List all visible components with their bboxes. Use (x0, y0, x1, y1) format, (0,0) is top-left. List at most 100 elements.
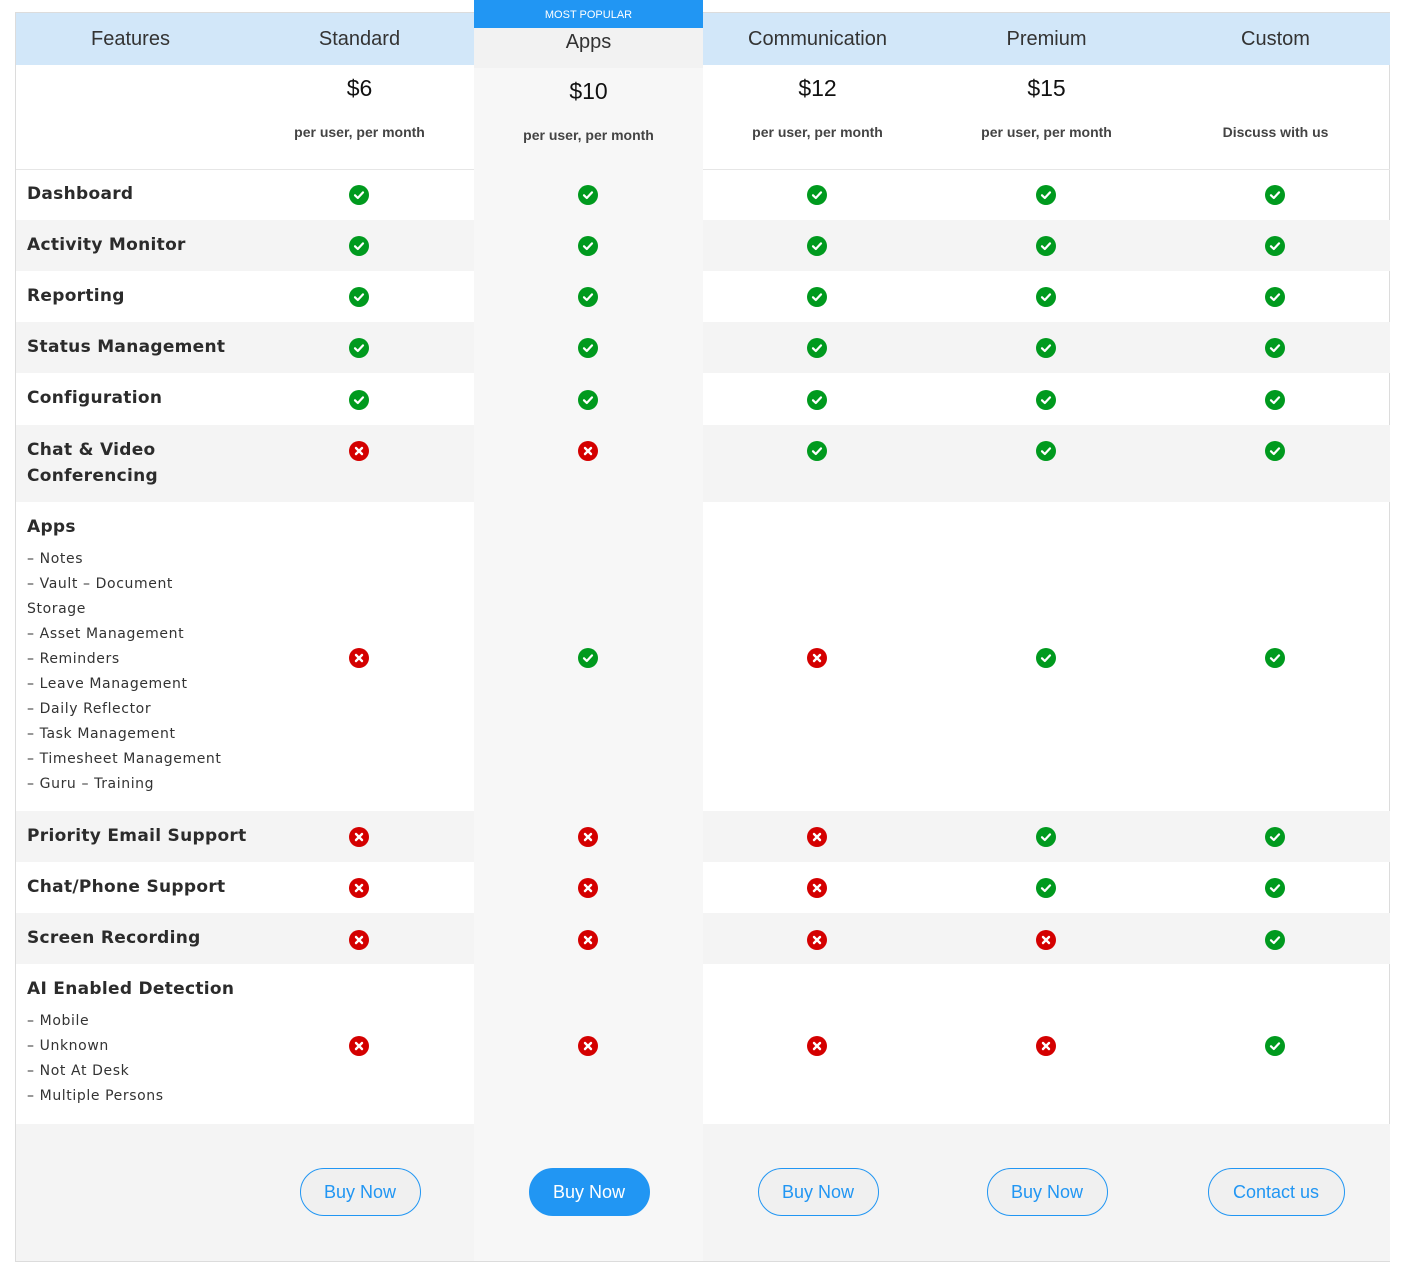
sub-item: – Mobile (27, 1013, 90, 1029)
contact-us-button[interactable]: Contact us (1207, 1168, 1345, 1216)
check-circle-icon (807, 185, 827, 205)
feature-row: Status Management (16, 322, 1390, 373)
feature-row: Activity Monitor (16, 220, 1390, 271)
plan-column-communication: Communication $12 per user, per month (703, 12, 932, 169)
check-circle-icon (1265, 441, 1285, 461)
check-circle-icon (807, 287, 827, 307)
x-circle-icon (578, 441, 598, 461)
sub-item: – Vault – Document (27, 576, 174, 592)
feature-label: Priority Email Support (27, 826, 247, 846)
plan-name: Communication (748, 28, 887, 50)
x-circle-icon (807, 648, 827, 668)
check-circle-icon (807, 338, 827, 358)
x-circle-icon (578, 930, 598, 950)
plan-price: $12 (798, 75, 837, 101)
check-circle-icon (578, 287, 598, 307)
x-circle-icon (807, 827, 827, 847)
feature-row: AI Enabled Detection – Mobile – Unknown – N… (16, 964, 1390, 1124)
feature-label: Activity Monitor (27, 235, 186, 255)
x-circle-icon (807, 1036, 827, 1056)
check-circle-icon (349, 390, 369, 410)
check-circle-icon (1036, 648, 1056, 668)
features-header: Features (91, 28, 170, 50)
check-circle-icon (807, 236, 827, 256)
feature-row: Screen Recording (16, 913, 1390, 964)
x-circle-icon (807, 930, 827, 950)
x-circle-icon (349, 1036, 369, 1056)
feature-label: Status Management (27, 337, 226, 357)
feature-label: Configuration (27, 388, 163, 408)
check-circle-icon (578, 390, 598, 410)
buy-now-button-premium[interactable]: Buy Now (986, 1168, 1108, 1216)
x-circle-icon (578, 827, 598, 847)
check-circle-icon (1036, 236, 1056, 256)
check-circle-icon (349, 287, 369, 307)
sub-item: – Asset Management (27, 626, 185, 642)
feature-label: Reporting (27, 286, 125, 306)
feature-row: Priority Email Support (16, 811, 1390, 862)
plan-price-note: Discuss with us (1222, 124, 1329, 140)
sub-item: – Leave Management (27, 676, 188, 692)
check-circle-icon (1036, 390, 1056, 410)
check-circle-icon (349, 185, 369, 205)
plan-column-apps: MOST POPULAR Apps $10 per user, per month (474, 0, 703, 169)
x-circle-icon (349, 878, 369, 898)
x-circle-icon (349, 827, 369, 847)
check-circle-icon (1265, 827, 1285, 847)
check-circle-icon (349, 338, 369, 358)
sub-item: – Reminders (27, 651, 120, 667)
x-circle-icon (349, 930, 369, 950)
pricing-table: Features Standard $6 per user, per month MO… (15, 0, 1390, 1262)
sub-item: Storage (27, 601, 86, 617)
check-circle-icon (1265, 390, 1285, 410)
sub-item: – Unknown (27, 1038, 109, 1054)
buy-now-button-communication[interactable]: Buy Now (757, 1168, 879, 1216)
plan-name: Premium (1006, 28, 1087, 50)
check-circle-icon (1036, 878, 1056, 898)
x-circle-icon (807, 878, 827, 898)
check-circle-icon (578, 236, 598, 256)
feature-sub-list: – Mobile – Unknown – Not At Desk – Multiple… (27, 1009, 164, 1109)
plan-price-note: per user, per month (523, 127, 654, 143)
feature-sub-list: – Notes – Vault – Document Storage – Asset … (27, 547, 221, 797)
check-circle-icon (578, 648, 598, 668)
sub-item: – Daily Reflector (27, 701, 152, 717)
x-circle-icon (1036, 1036, 1056, 1056)
buy-now-button-standard[interactable]: Buy Now (299, 1168, 421, 1216)
plan-price-note: per user, per month (981, 124, 1112, 140)
check-circle-icon (1265, 338, 1285, 358)
plan-price-note: per user, per month (752, 124, 883, 140)
feature-label: AI Enabled Detection (27, 979, 235, 999)
feature-row: Apps – Notes – Vault – Document Storage – As… (16, 502, 1390, 811)
buy-now-button-apps[interactable]: Buy Now (528, 1168, 650, 1216)
sub-item: – Guru – Training (27, 776, 155, 792)
plan-column-standard: Standard $6 per user, per month (245, 12, 474, 169)
feature-label: Dashboard (27, 184, 134, 204)
feature-label: Apps (27, 517, 76, 537)
check-circle-icon (1265, 648, 1285, 668)
most-popular-badge: MOST POPULAR (474, 0, 703, 28)
plan-price: $6 (346, 75, 373, 101)
feature-label: Screen Recording (27, 928, 201, 948)
feature-row: Dashboard (16, 169, 1390, 220)
x-circle-icon (578, 1036, 598, 1056)
plan-name: Custom (1241, 28, 1310, 50)
check-circle-icon (1265, 930, 1285, 950)
check-circle-icon (1036, 338, 1056, 358)
check-circle-icon (1265, 878, 1285, 898)
feature-label: Chat & Video Conferencing (27, 440, 158, 486)
check-circle-icon (807, 390, 827, 410)
footer-band (16, 1124, 1390, 1261)
check-circle-icon (807, 441, 827, 461)
x-circle-icon (349, 441, 369, 461)
feature-row: Chat & Video Conferencing (16, 425, 1390, 502)
x-circle-icon (578, 878, 598, 898)
sub-item: – Not At Desk (27, 1063, 130, 1079)
plan-name: Apps (565, 31, 612, 53)
sub-item: – Timesheet Management (27, 751, 222, 767)
check-circle-icon (578, 338, 598, 358)
plan-column-custom: Custom Discuss with us (1161, 12, 1390, 169)
plan-name: Standard (318, 28, 401, 50)
check-circle-icon (1265, 236, 1285, 256)
check-circle-icon (1265, 287, 1285, 307)
